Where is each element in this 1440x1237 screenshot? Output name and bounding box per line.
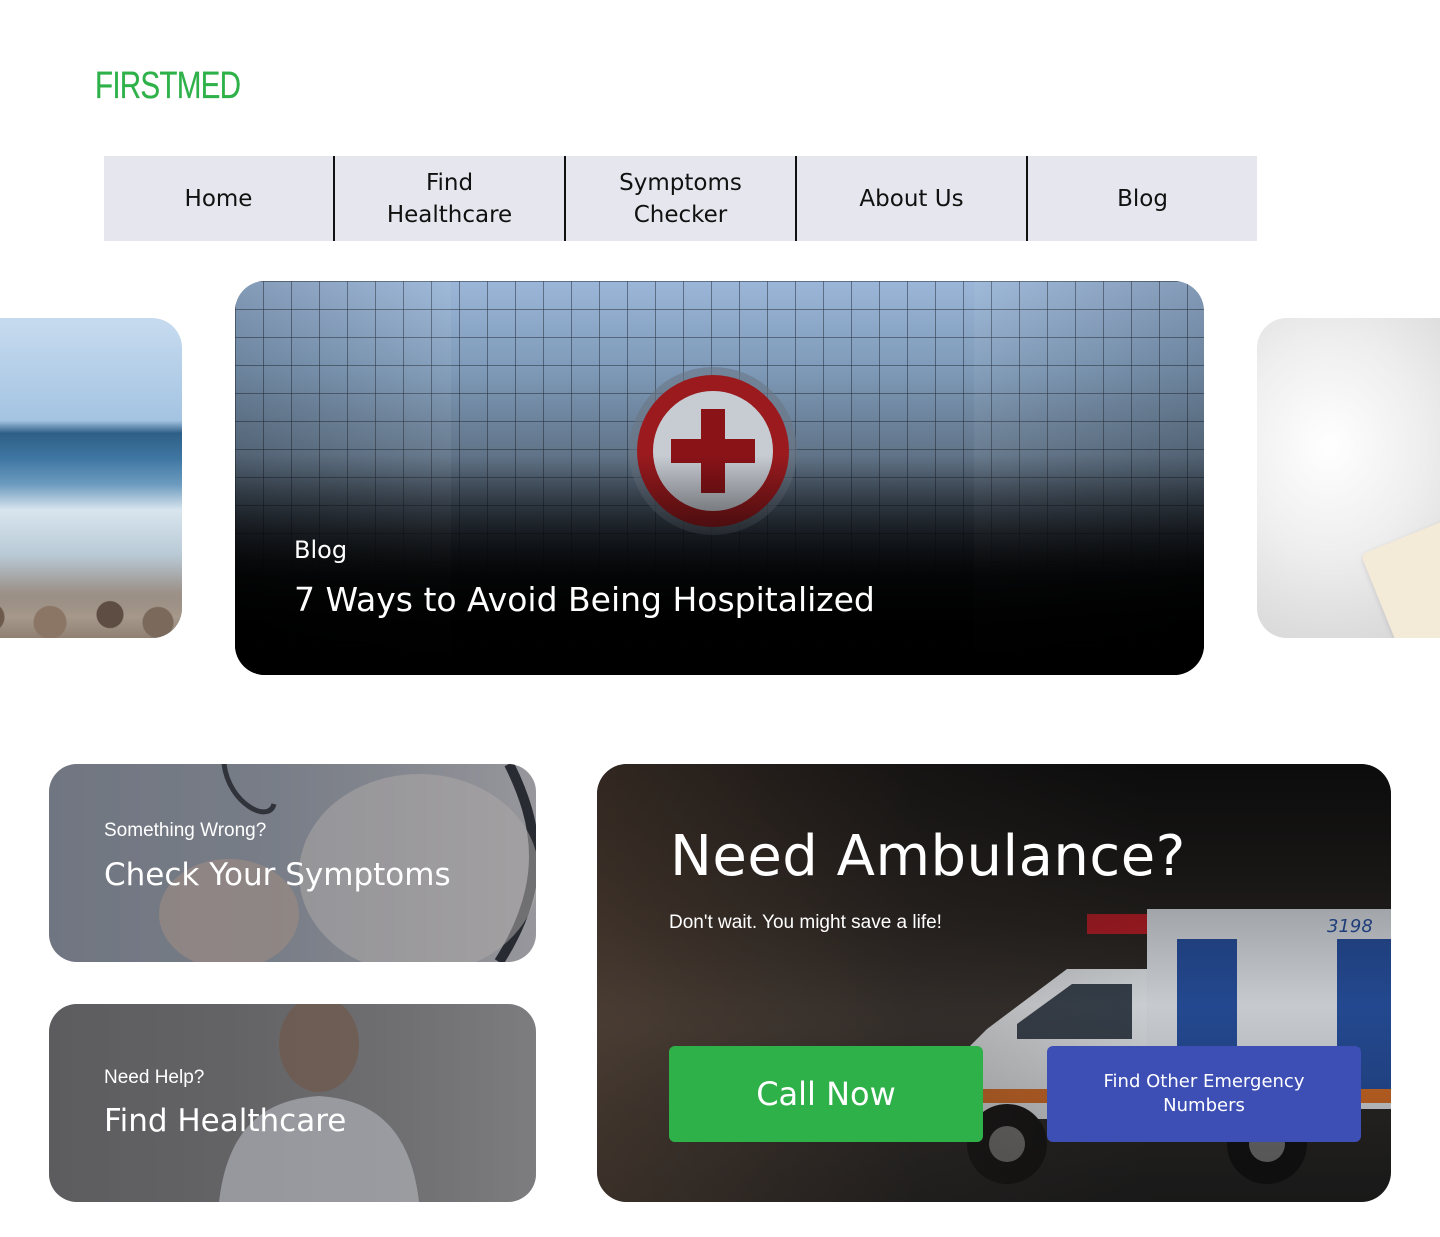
- call-now-button[interactable]: Call Now: [669, 1046, 983, 1142]
- card-title: Find Healthcare: [104, 1103, 347, 1139]
- blog-tag: Blog: [294, 536, 348, 564]
- find-emergency-numbers-button[interactable]: Find Other Emergency Numbers: [1047, 1046, 1361, 1142]
- nav-item-label: Symptoms Checker: [619, 169, 742, 228]
- ambulance-title: Need Ambulance?: [670, 824, 1186, 889]
- nav-item-symptoms-checker[interactable]: Symptoms Checker: [564, 156, 795, 241]
- check-symptoms-card[interactable]: Something Wrong? Check Your Symptoms: [49, 764, 536, 962]
- firstmed-logo[interactable]: FIRSTMED: [95, 62, 255, 112]
- featured-blog-card[interactable]: Blog 7 Ways to Avoid Being Hospitalized: [235, 281, 1204, 675]
- main-nav: Home Find Healthcare Symptoms Checker Ab…: [104, 156, 1257, 241]
- nav-item-label: Find Healthcare: [386, 169, 513, 228]
- blog-title: 7 Ways to Avoid Being Hospitalized: [294, 580, 875, 619]
- nav-item-label: Home: [184, 185, 253, 212]
- card-kicker: Something Wrong?: [104, 820, 267, 841]
- card-title: Check Your Symptoms: [104, 857, 451, 893]
- ambulance-subtitle: Don't wait. You might save a life!: [669, 912, 942, 933]
- nav-item-blog[interactable]: Blog: [1026, 156, 1257, 241]
- nav-item-find-healthcare[interactable]: Find Healthcare: [333, 156, 564, 241]
- nav-item-about-us[interactable]: About Us: [795, 156, 1026, 241]
- find-healthcare-card[interactable]: Need Help? Find Healthcare: [49, 1004, 536, 1202]
- nav-item-label: About Us: [859, 185, 964, 212]
- nav-item-label: Blog: [1117, 185, 1168, 212]
- book-on-bed-image: [1360, 509, 1440, 638]
- need-ambulance-card: 3198 Need Ambulance? Don't wait. You mig…: [597, 764, 1391, 1202]
- carousel-next-card[interactable]: [1257, 318, 1440, 638]
- logo-wordmark: FIRSTMED: [95, 65, 241, 107]
- card-kicker: Need Help?: [104, 1067, 205, 1088]
- beach-rocks-image: [0, 586, 182, 638]
- nav-item-home[interactable]: Home: [104, 156, 333, 241]
- carousel-prev-card[interactable]: [0, 318, 182, 638]
